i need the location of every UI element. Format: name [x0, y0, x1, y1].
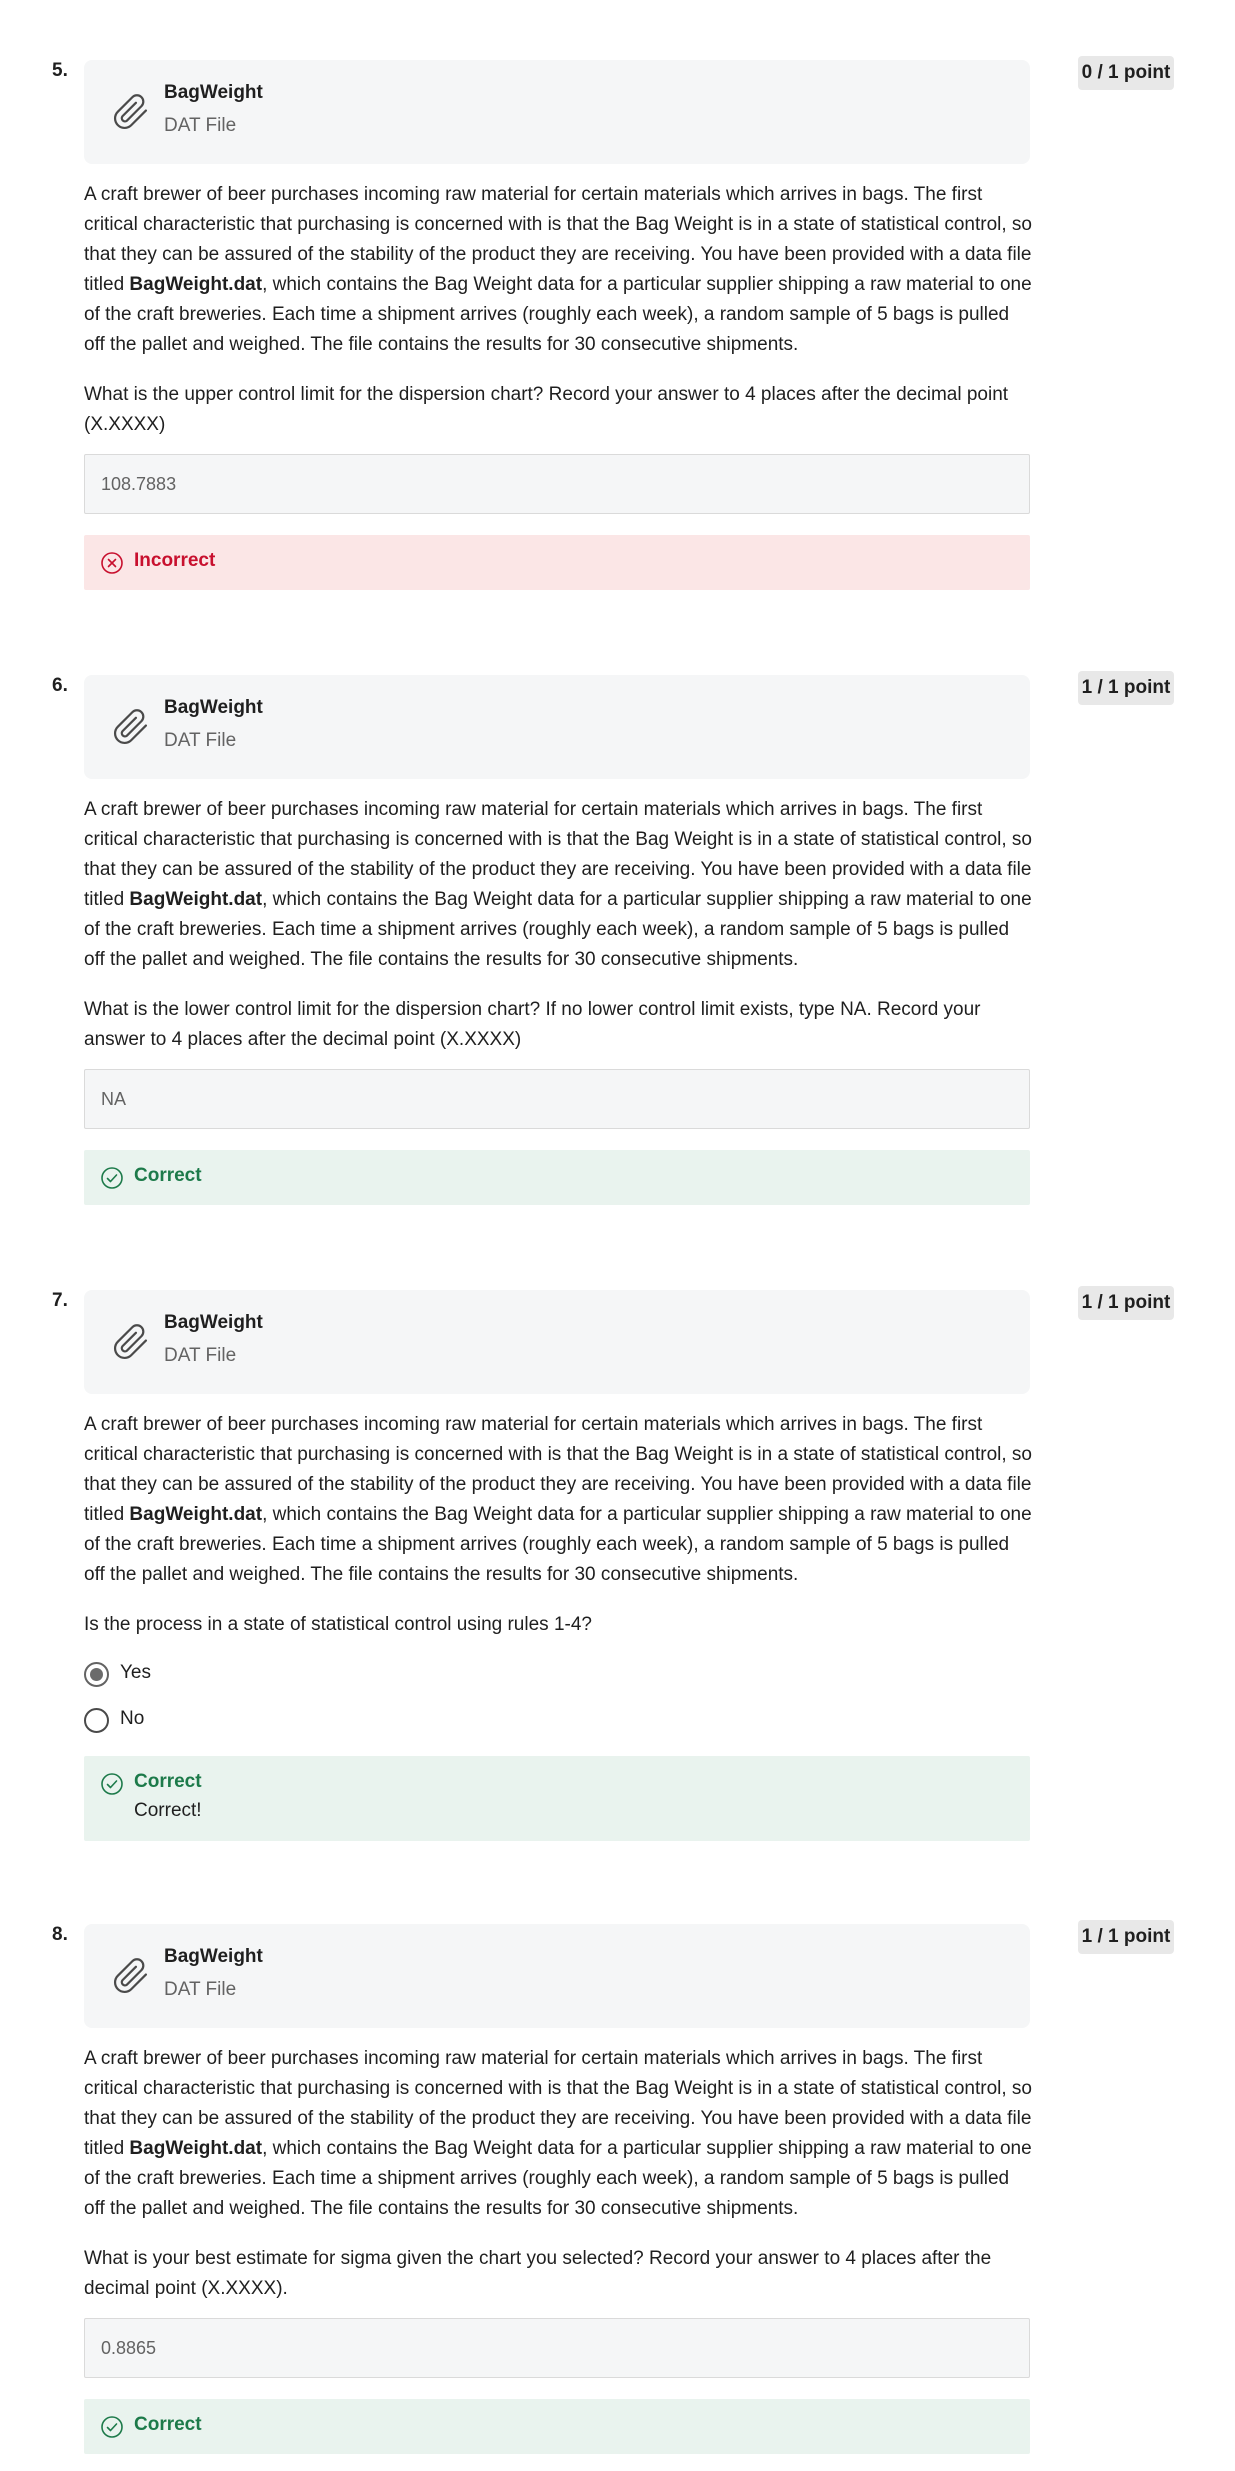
attachment-title: BagWeight [164, 1946, 263, 1967]
feedback-status: Incorrect [134, 550, 216, 571]
paperclip-icon [113, 709, 147, 745]
radio-selected[interactable] [84, 1662, 109, 1687]
attachment-card[interactable]: BagWeight DAT File [84, 1924, 1030, 2028]
check-circle-icon [101, 2416, 123, 2438]
option-label: Yes [120, 1662, 151, 1683]
attachment-type: DAT File [164, 115, 237, 136]
answer-field[interactable]: NA [84, 1069, 1030, 1129]
feedback-message: Correct! [134, 1800, 202, 1821]
paperclip-icon [113, 94, 147, 130]
feedback-status: Correct [134, 1165, 202, 1186]
feedback-status: Correct [134, 1771, 202, 1792]
feedback-status: Correct [134, 2414, 202, 2435]
question-number: 7. [52, 1290, 68, 1311]
check-circle-icon [101, 1773, 123, 1795]
answer-field[interactable]: 108.7883 [84, 454, 1030, 514]
x-circle-icon [101, 552, 123, 574]
question-prompt: What is the lower control limit for the … [84, 999, 981, 1050]
question-description: A craft brewer of beer purchases incomin… [84, 184, 1032, 355]
attachment-card[interactable]: BagWeight DAT File [84, 60, 1030, 164]
attachment-title: BagWeight [164, 697, 263, 718]
attachment-type: DAT File [164, 1979, 237, 2000]
points-badge: 1 / 1 point [1078, 1286, 1174, 1320]
question-prompt: Is the process in a state of statistical… [84, 1614, 592, 1635]
option-label: No [120, 1708, 145, 1729]
filename: BagWeight.dat [129, 889, 263, 910]
paperclip-icon [113, 1958, 147, 1994]
feedback-incorrect: Incorrect [84, 535, 1030, 590]
attachment-title: BagWeight [164, 82, 263, 103]
filename: BagWeight.dat [129, 1504, 263, 1525]
question-description: A craft brewer of beer purchases incomin… [84, 799, 1032, 970]
feedback-correct: Correct [84, 2399, 1030, 2454]
check-circle-icon [101, 1167, 123, 1189]
feedback-correct: Correct Correct! [84, 1756, 1030, 1841]
attachment-type: DAT File [164, 1345, 237, 1366]
radio-unselected[interactable] [84, 1708, 109, 1733]
filename: BagWeight.dat [129, 2138, 263, 2159]
question-description: A craft brewer of beer purchases incomin… [84, 2048, 1032, 2219]
question-number: 8. [52, 1924, 68, 1945]
points-badge: 0 / 1 point [1078, 56, 1174, 90]
feedback-correct: Correct [84, 1150, 1030, 1205]
question-prompt: What is the upper control limit for the … [84, 384, 1009, 435]
question-number: 5. [52, 60, 68, 81]
points-badge: 1 / 1 point [1078, 671, 1174, 705]
question-prompt: What is your best estimate for sigma giv… [84, 2248, 992, 2299]
question-number: 6. [52, 675, 68, 696]
points-badge: 1 / 1 point [1078, 1920, 1174, 1954]
answer-field[interactable]: 0.8865 [84, 2318, 1030, 2378]
attachment-type: DAT File [164, 730, 237, 751]
question-description: A craft brewer of beer purchases incomin… [84, 1414, 1032, 1585]
filename: BagWeight.dat [129, 274, 263, 295]
attachment-title: BagWeight [164, 1312, 263, 1333]
paperclip-icon [113, 1324, 147, 1360]
attachment-card[interactable]: BagWeight DAT File [84, 675, 1030, 779]
attachment-card[interactable]: BagWeight DAT File [84, 1290, 1030, 1394]
